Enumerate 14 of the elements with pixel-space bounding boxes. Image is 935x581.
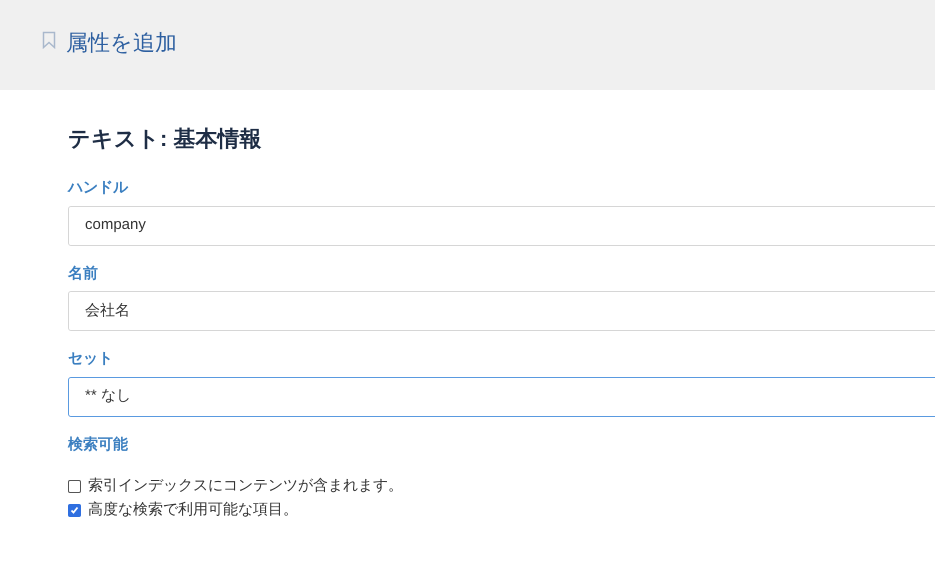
field-label: ハンドル <box>68 178 130 198</box>
bookmark-icon <box>42 31 56 49</box>
field-label: 検索可能 <box>68 434 129 454</box>
text-field[interactable]: ** なし <box>68 376 935 416</box>
field-label: セット <box>68 349 114 369</box>
field-label: 名前 <box>68 264 99 284</box>
checkbox[interactable] <box>68 480 81 492</box>
page-title: 属性を追加 <box>66 29 177 57</box>
text-field[interactable]: company <box>68 206 935 246</box>
checkbox-label: 索引インデックスにコンテンツが含まれます。 <box>88 476 403 496</box>
text-field[interactable]: 会社名 <box>68 291 935 331</box>
checkbox[interactable] <box>68 504 81 516</box>
checkbox-label: 高度な検索で利用可能な項目。 <box>88 500 298 520</box>
section-title: テキスト: 基本情報 <box>68 125 262 153</box>
